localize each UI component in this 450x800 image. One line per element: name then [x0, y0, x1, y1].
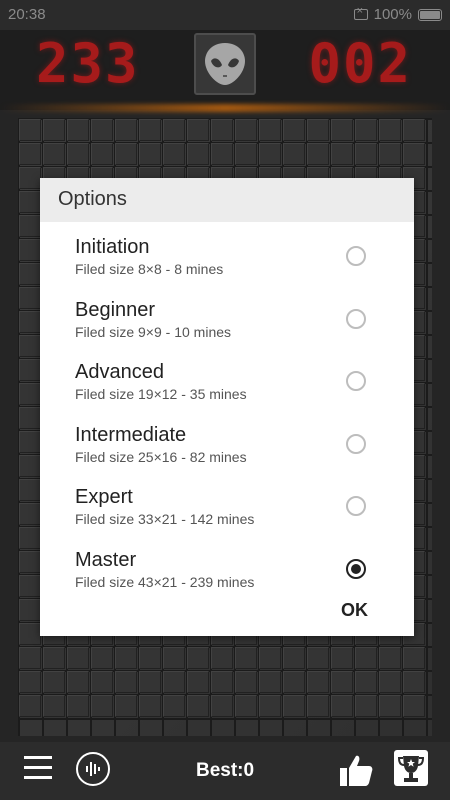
radio-initiation[interactable] — [346, 246, 366, 266]
radio-master[interactable] — [346, 559, 366, 579]
option-name: Initiation — [75, 236, 150, 258]
option-initiation[interactable]: Initiation Filed size 8×8 - 8 mines — [75, 236, 375, 292]
option-beginner[interactable]: Beginner Filed size 9×9 - 10 mines — [75, 299, 375, 355]
option-desc: Filed size 25×16 - 82 mines — [75, 449, 247, 465]
no-sim-icon — [353, 5, 368, 20]
radio-intermediate[interactable] — [346, 434, 366, 454]
option-intermediate[interactable]: Intermediate Filed size 25×16 - 82 mines — [75, 424, 375, 480]
option-name: Expert — [75, 486, 133, 508]
option-expert[interactable]: Expert Filed size 33×21 - 142 mines — [75, 486, 375, 542]
sound-wave-icon — [86, 762, 100, 776]
option-advanced[interactable]: Advanced Filed size 19×12 - 35 mines — [75, 361, 375, 417]
option-name: Beginner — [75, 299, 156, 321]
trophy-icon — [397, 756, 425, 782]
battery-percent: 100% — [373, 6, 412, 23]
option-desc: Filed size 19×12 - 35 mines — [75, 386, 247, 402]
trophy-button[interactable] — [394, 750, 428, 786]
bottom-bar: Best:0 — [0, 742, 450, 800]
thumbs-up-shape — [340, 755, 373, 786]
option-desc: Filed size 9×9 - 10 mines — [75, 324, 232, 340]
ok-button[interactable]: OK — [341, 600, 368, 621]
status-bar: 20:38 100% — [0, 0, 450, 30]
radio-beginner[interactable] — [346, 309, 366, 329]
menu-icon[interactable] — [24, 756, 52, 782]
sound-button[interactable] — [76, 752, 110, 786]
options-dialog: Options Initiation Filed size 8×8 - 8 mi… — [40, 178, 414, 636]
status-time: 20:38 — [8, 6, 46, 23]
option-name: Advanced — [75, 361, 164, 383]
radio-advanced[interactable] — [346, 371, 366, 391]
battery-icon — [418, 8, 442, 21]
option-desc: Filed size 8×8 - 8 mines — [75, 261, 224, 277]
thumbs-up-icon[interactable] — [338, 752, 374, 788]
radio-expert[interactable] — [346, 496, 366, 516]
option-desc: Filed size 33×21 - 142 mines — [75, 511, 255, 527]
dialog-title: Options — [40, 178, 414, 222]
option-master[interactable]: Master Filed size 43×21 - 239 mines — [75, 549, 375, 605]
status-right: 100% — [353, 5, 442, 23]
option-name: Master — [75, 549, 137, 571]
best-score: Best:0 — [196, 760, 255, 781]
option-desc: Filed size 43×21 - 239 mines — [75, 574, 255, 590]
option-name: Intermediate — [75, 424, 187, 446]
